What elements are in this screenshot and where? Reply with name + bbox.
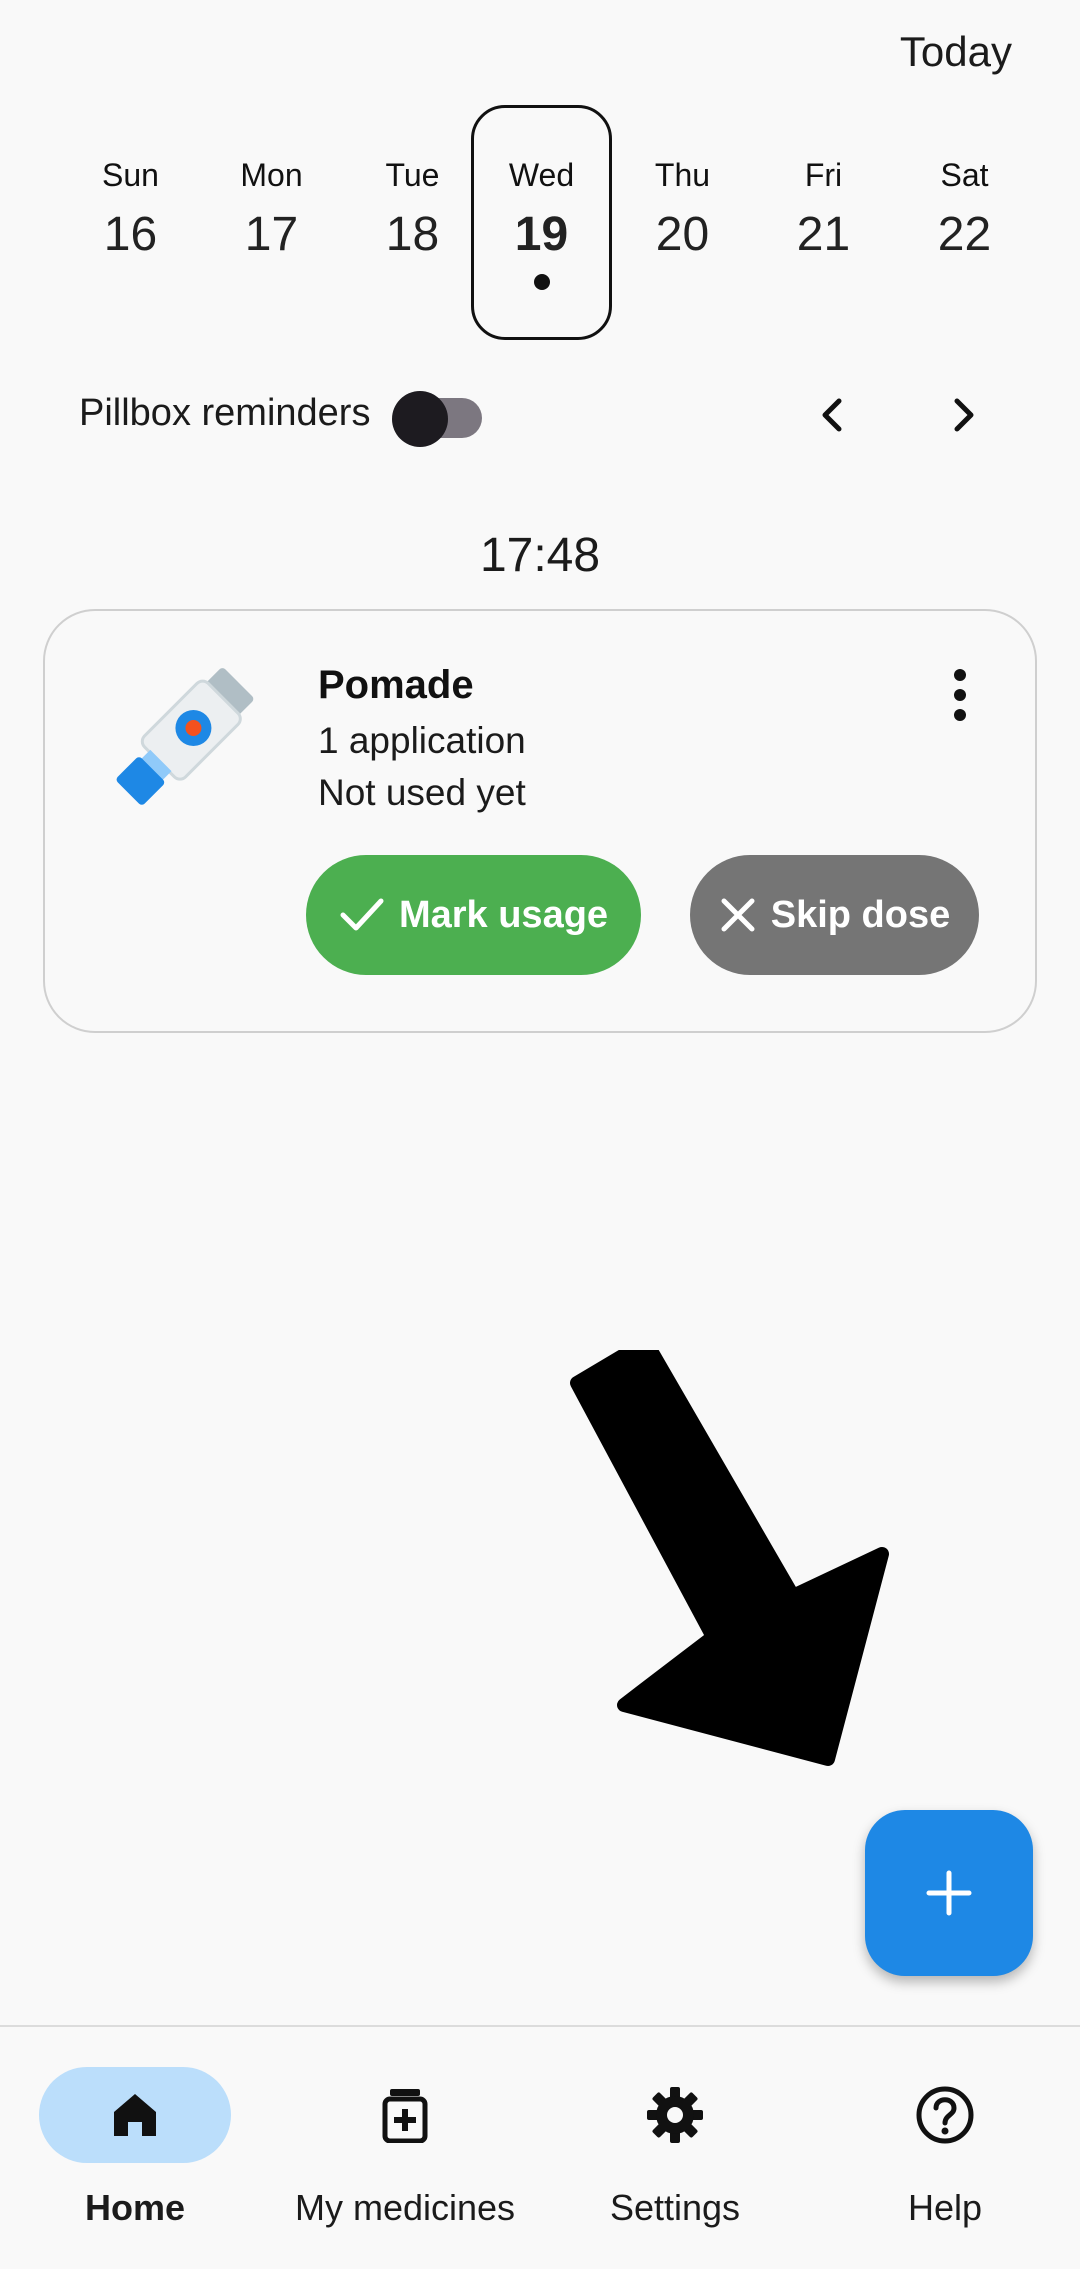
- previous-week-button[interactable]: [802, 385, 862, 445]
- schedule-time: 17:48: [479, 529, 601, 582]
- plus-icon: [926, 1870, 972, 1916]
- nav-label: Settings: [609, 2187, 741, 2228]
- add-medicine-button[interactable]: [865, 1810, 1033, 1976]
- medicine-status: Not used yet: [318, 772, 526, 813]
- scheduled-dot: [533, 274, 550, 290]
- day-number: 22: [937, 208, 992, 261]
- more-vert-icon: [954, 669, 966, 721]
- day-name: Thu: [654, 157, 711, 193]
- pointer-arrow-icon: [570, 1350, 889, 1766]
- day-number: 21: [796, 208, 851, 261]
- day-name: Wed: [508, 157, 575, 193]
- chevron-left-icon: [822, 398, 842, 432]
- day-name: Sun: [102, 157, 159, 193]
- day-thu[interactable]: Thu 20: [612, 105, 753, 340]
- day-name: Mon: [240, 157, 303, 193]
- bottom-navigation: Home My medicines Settings Help: [0, 2025, 1080, 2269]
- nav-home[interactable]: Home: [0, 2027, 270, 2269]
- week-strip: Sun 16 Mon 17 Tue 18 Wed 19 Thu 20 Fri 2…: [60, 105, 1021, 340]
- day-tue[interactable]: Tue 18: [342, 105, 483, 340]
- nav-label: Help: [907, 2187, 983, 2228]
- gear-icon: [645, 2085, 705, 2145]
- ointment-tube-icon: [100, 660, 260, 820]
- day-number: 17: [244, 208, 299, 261]
- help-icon: [915, 2085, 975, 2145]
- day-number: 16: [103, 208, 158, 261]
- toggle-thumb: [392, 391, 448, 447]
- day-sat[interactable]: Sat 22: [894, 105, 1035, 340]
- nav-settings[interactable]: Settings: [540, 2027, 810, 2269]
- mark-usage-button[interactable]: Mark usage: [306, 855, 641, 975]
- close-icon: [721, 898, 755, 932]
- check-icon: [340, 898, 384, 931]
- medicine-name: Pomade: [318, 663, 474, 707]
- medicine-dose: 1 application: [318, 720, 526, 761]
- nav-my-medicines[interactable]: My medicines: [270, 2027, 540, 2269]
- day-name: Tue: [385, 157, 440, 193]
- nav-label: My medicines: [294, 2187, 516, 2228]
- today-button[interactable]: Today: [900, 28, 1012, 76]
- next-week-button[interactable]: [934, 385, 994, 445]
- day-number: 19: [514, 208, 569, 261]
- day-number: 20: [655, 208, 710, 261]
- day-number: 18: [385, 208, 440, 261]
- day-mon[interactable]: Mon 17: [201, 105, 342, 340]
- day-fri[interactable]: Fri 21: [753, 105, 894, 340]
- day-sun[interactable]: Sun 16: [60, 105, 201, 340]
- pillbox-reminders-label: Pillbox reminders: [79, 392, 371, 434]
- chevron-right-icon: [954, 398, 974, 432]
- nav-label: Home: [84, 2187, 186, 2228]
- skip-dose-button[interactable]: Skip dose: [690, 855, 979, 975]
- more-options-button[interactable]: [935, 665, 985, 725]
- mark-usage-label: Mark usage: [398, 893, 609, 936]
- pillbox-reminders-toggle[interactable]: [392, 391, 488, 447]
- day-name: Sat: [940, 157, 989, 193]
- day-wed-selected[interactable]: Wed 19: [471, 105, 612, 340]
- skip-dose-label: Skip dose: [770, 893, 951, 936]
- nav-help[interactable]: Help: [810, 2027, 1080, 2269]
- day-name: Fri: [804, 157, 843, 193]
- home-icon: [105, 2085, 165, 2145]
- medicine-bottle-icon: [375, 2085, 435, 2145]
